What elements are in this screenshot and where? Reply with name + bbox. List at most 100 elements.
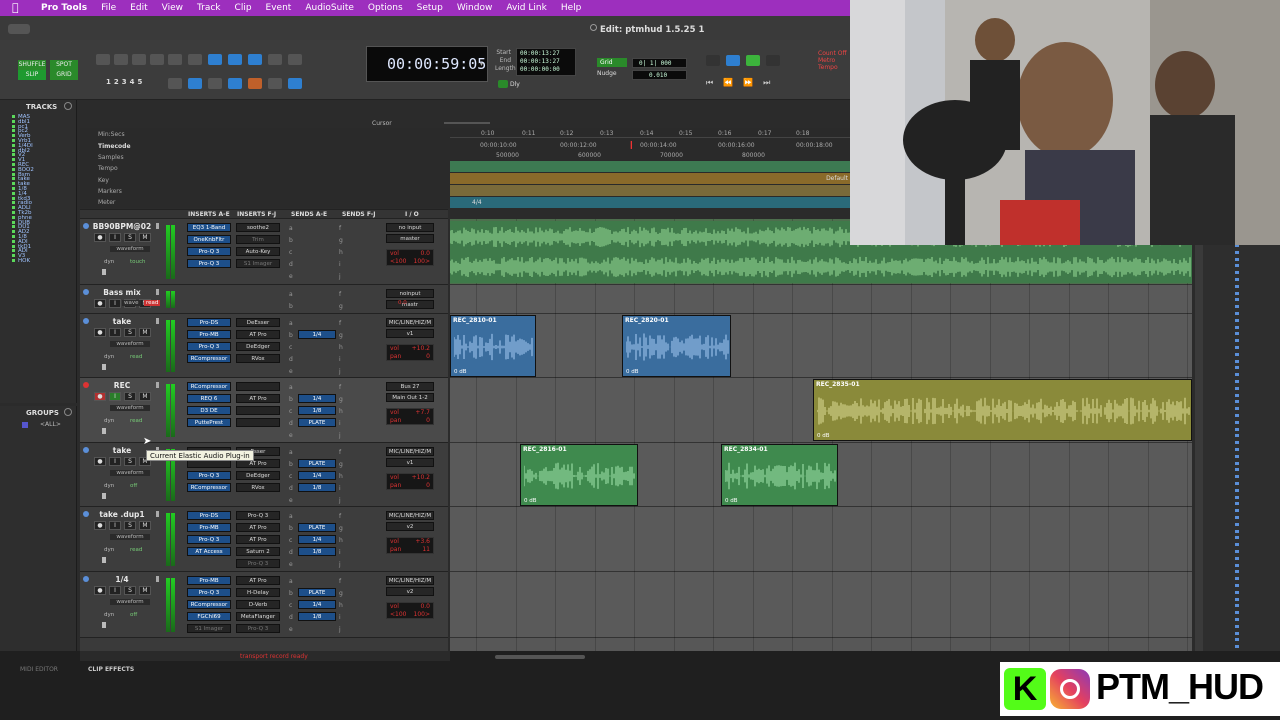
- input-selector[interactable]: MIC/LINE/HIZ/M: [386, 511, 434, 520]
- track-header[interactable]: 1/4 ● I S Mwaveform dyn off Pro-MB Pro-Q 3 RCompr…: [80, 572, 448, 638]
- output-selector[interactable]: mastr: [386, 300, 434, 309]
- zoom-preset-3[interactable]: 3: [122, 78, 127, 86]
- spot-mode-button[interactable]: SPOT: [50, 60, 78, 70]
- hand-tool-icon[interactable]: [248, 54, 262, 65]
- insert-slot[interactable]: S1 Imager: [236, 259, 280, 268]
- solo-button[interactable]: S: [124, 457, 136, 466]
- zoom-fit-icon[interactable]: [132, 54, 146, 65]
- insert-slot[interactable]: RVox: [236, 354, 280, 363]
- clip-list-row-icon[interactable]: [1235, 298, 1239, 302]
- insert-slot[interactable]: RVox: [236, 483, 280, 492]
- menu-avid-link[interactable]: Avid Link: [499, 0, 553, 16]
- track-visible-dot-icon[interactable]: [12, 158, 15, 162]
- track-visible-dot-icon[interactable]: [12, 239, 15, 243]
- menu-view[interactable]: View: [155, 0, 190, 16]
- insert-slot[interactable]: Pro-MB: [187, 576, 231, 585]
- input-monitor-button[interactable]: I: [109, 299, 121, 308]
- volume-pan-display[interactable]: vol 0.0 <100 100>: [386, 602, 434, 619]
- record-arm-button[interactable]: ●: [94, 328, 106, 337]
- elastic-audio-icon[interactable]: [102, 364, 106, 370]
- menu-window[interactable]: Window: [450, 0, 500, 16]
- insert-slot[interactable]: [236, 418, 280, 427]
- clip-list-row-icon[interactable]: [1235, 624, 1239, 628]
- track-name-chevron-icon[interactable]: [156, 382, 159, 388]
- start-field[interactable]: 00:00:13:27: [520, 50, 572, 58]
- edit-lane[interactable]: [450, 314, 1192, 378]
- clip-gain[interactable]: 0 dB: [524, 498, 537, 504]
- counter-chevron-icon[interactable]: ▾: [480, 61, 483, 68]
- track-name-chevron-icon[interactable]: [156, 223, 159, 229]
- clip-list-row-icon[interactable]: [1235, 257, 1239, 261]
- grid-value[interactable]: 0| 1| 000: [632, 58, 687, 68]
- clip-list-row-icon[interactable]: [1235, 522, 1239, 526]
- clip-list-row-icon[interactable]: [1235, 284, 1239, 288]
- automation-mode[interactable]: off: [130, 612, 137, 618]
- clip-list-row-icon[interactable]: [1235, 414, 1239, 417]
- menu-options[interactable]: Options: [361, 0, 410, 16]
- insert-slot[interactable]: D-Verb: [236, 600, 280, 609]
- clip-list-row-icon[interactable]: [1235, 461, 1239, 465]
- tab-to-transients-icon[interactable]: [268, 78, 282, 89]
- clip-list-row-icon[interactable]: [1235, 556, 1239, 560]
- edit-window-timeline[interactable]: REC_2810-01 0 dB REC_2820-01 0 dB REC_2835-0…: [449, 219, 1192, 651]
- volume-pan-display[interactable]: vol +10.2 pan 0: [386, 473, 434, 490]
- track-visible-dot-icon[interactable]: [12, 259, 15, 262]
- track-header[interactable]: take ● I S Mwaveform dyn read Pro-DS Pro-MB Pro-Q…: [80, 314, 448, 378]
- insert-slot[interactable]: Pro-DS: [187, 318, 231, 327]
- selector-tool-icon[interactable]: [208, 54, 222, 65]
- clip-effects-tab[interactable]: CLIP EFFECTS: [88, 666, 134, 673]
- meter-ruler[interactable]: 4/4: [450, 197, 850, 208]
- nudge-value[interactable]: 0.010: [632, 70, 687, 80]
- track-list-item[interactable]: HOK: [18, 258, 30, 264]
- end-field[interactable]: 00:00:13:27: [520, 58, 572, 66]
- clip-list-row-icon[interactable]: [1235, 584, 1239, 587]
- track-name[interactable]: REC: [92, 381, 152, 390]
- insert-slot[interactable]: DeEsser: [236, 318, 280, 327]
- track-color-icon[interactable]: [83, 382, 89, 388]
- clip-gain[interactable]: 0 dB: [725, 498, 738, 504]
- clip-list-row-icon[interactable]: [1235, 250, 1239, 254]
- input-selector[interactable]: no input: [386, 223, 434, 232]
- track-visible-dot-icon[interactable]: [12, 215, 15, 219]
- window-control-icon[interactable]: [8, 24, 30, 34]
- clip-list-row-icon[interactable]: [1235, 359, 1239, 363]
- output-selector[interactable]: v2: [386, 587, 434, 596]
- track-visible-dot-icon[interactable]: [12, 143, 15, 147]
- clip-list-row-icon[interactable]: [1235, 325, 1239, 329]
- output-selector[interactable]: v2: [386, 522, 434, 531]
- insert-slot[interactable]: S1 Imager: [187, 624, 231, 633]
- clip-list-row-icon[interactable]: [1235, 312, 1239, 315]
- record-icon[interactable]: [766, 55, 780, 66]
- track-visible-dot-icon[interactable]: [12, 191, 15, 195]
- fast-forward-icon[interactable]: ⏩: [743, 78, 753, 88]
- track-visible-dot-icon[interactable]: [12, 172, 15, 176]
- clip-list-row-icon[interactable]: [1235, 305, 1239, 309]
- solo-button[interactable]: S: [124, 521, 136, 530]
- audio-clip[interactable]: REC_2816-01 0 dB: [520, 444, 638, 506]
- menu-track[interactable]: Track: [190, 0, 228, 16]
- ruler-timeline[interactable]: 0:10 0:11 0:12 0:13 0:14 0:15 0:16 0:17 …: [450, 128, 850, 208]
- send-slot[interactable]: PLATE: [298, 523, 336, 532]
- insert-slot[interactable]: PuttePrest: [187, 418, 231, 427]
- send-slot[interactable]: PLATE: [298, 459, 336, 468]
- clip-list-row-icon[interactable]: [1235, 590, 1239, 594]
- insert-slot[interactable]: Saturn 2: [236, 547, 280, 556]
- tempo-label[interactable]: Tempo: [818, 64, 847, 71]
- insert-slot[interactable]: REQ 6: [187, 394, 231, 403]
- clip-list-row-icon[interactable]: [1235, 475, 1239, 479]
- input-monitor-button[interactable]: I: [109, 392, 121, 401]
- clip-list-row-icon[interactable]: [1235, 563, 1239, 567]
- track-color-icon[interactable]: [83, 223, 89, 229]
- clip-list-row-icon[interactable]: [1235, 441, 1239, 445]
- track-view-selector[interactable]: waveform: [110, 405, 150, 411]
- track-color-icon[interactable]: [83, 576, 89, 582]
- automation-mode[interactable]: read: [130, 418, 142, 424]
- grid-label[interactable]: Grid: [597, 58, 627, 67]
- clip-list-row-icon[interactable]: [1235, 604, 1239, 608]
- track-name-chevron-icon[interactable]: [156, 511, 159, 517]
- send-slot[interactable]: 1/4: [298, 471, 336, 480]
- insert-slot[interactable]: AT Pro: [236, 576, 280, 585]
- playback-follow-icon[interactable]: [288, 78, 302, 89]
- groups-menu-icon[interactable]: [64, 408, 72, 416]
- clip-list-row-icon[interactable]: [1235, 638, 1239, 642]
